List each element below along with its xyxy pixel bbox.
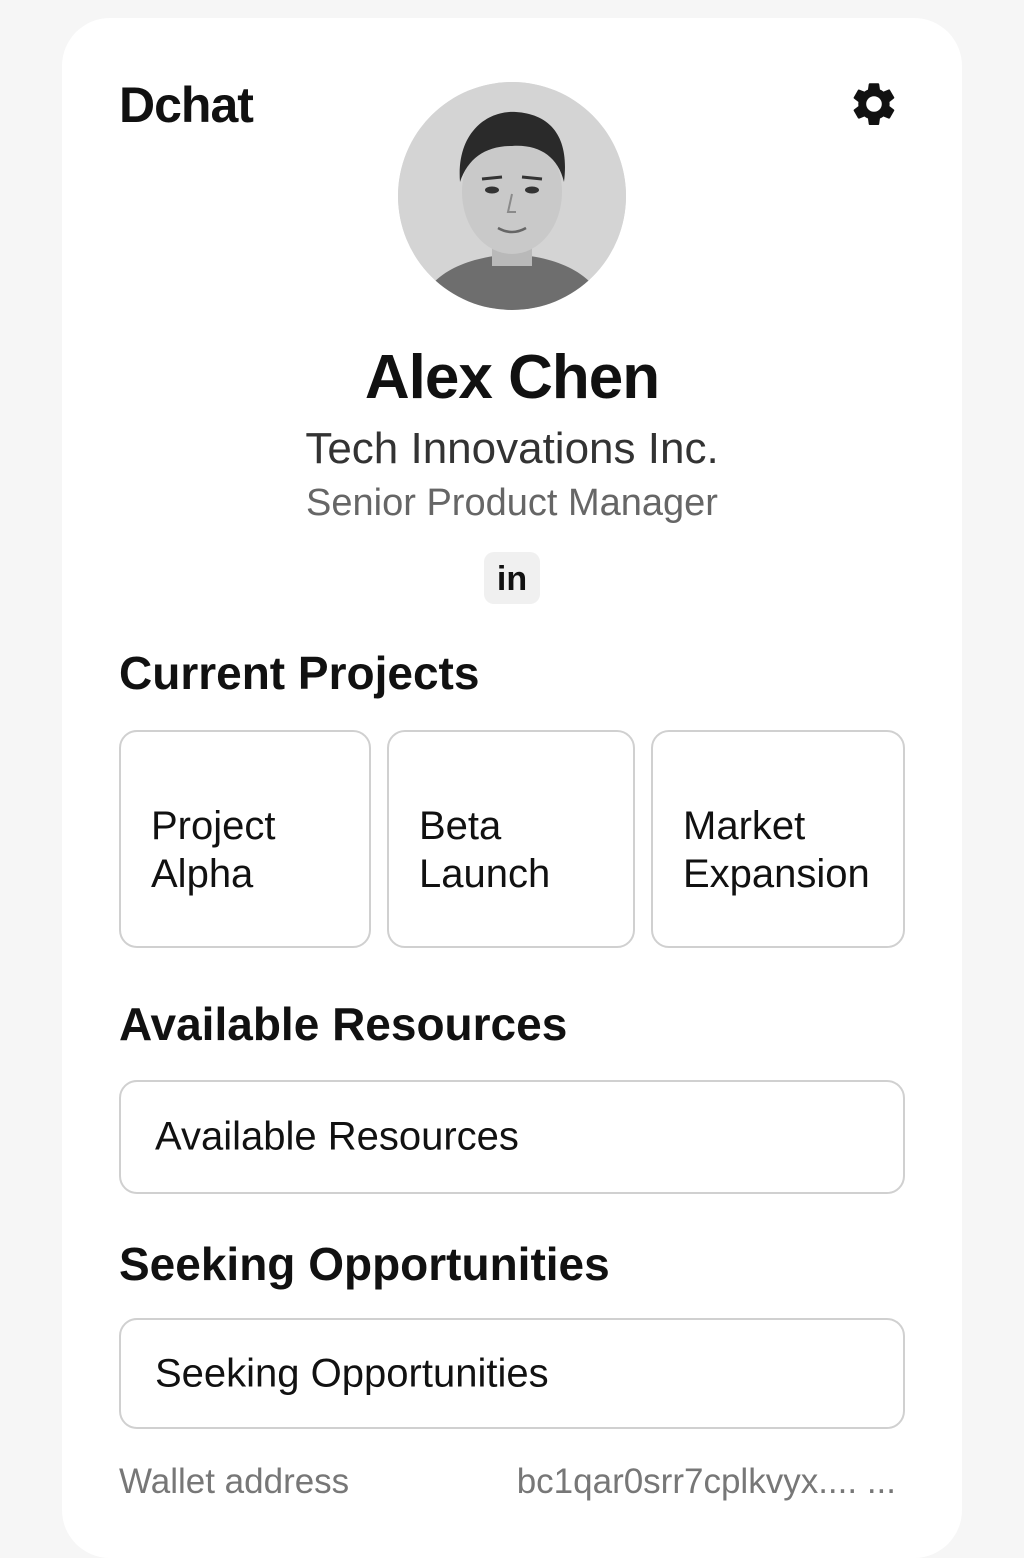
avatar[interactable]: [398, 82, 626, 310]
project-card-label: Project Alpha: [151, 802, 359, 898]
wallet-address-label: Wallet address: [119, 1462, 350, 1501]
project-card-label-line1: Beta: [419, 804, 502, 848]
current-projects-heading: Current Projects: [119, 647, 480, 699]
seeking-opportunities-value: Seeking Opportunities: [155, 1351, 549, 1395]
seeking-opportunities-field[interactable]: Seeking Opportunities: [119, 1318, 905, 1429]
available-resources-field[interactable]: Available Resources: [119, 1080, 905, 1194]
wallet-address-value[interactable]: bc1qar0srr7cplkvyx.... ...: [517, 1462, 896, 1502]
app-name: Dchat: [119, 77, 254, 133]
project-card-label-line2: Alpha: [151, 852, 254, 896]
project-card-beta[interactable]: Beta Launch: [387, 730, 635, 948]
linkedin-icon[interactable]: in: [484, 552, 540, 604]
project-card-label: Market Expansion: [683, 802, 893, 898]
gear-icon[interactable]: [848, 78, 900, 130]
project-card-label-line1: Market: [683, 804, 806, 848]
project-card-label-line2: Launch: [419, 852, 551, 896]
project-card-alpha[interactable]: Project Alpha: [119, 730, 371, 948]
seeking-opportunities-heading: Seeking Opportunities: [119, 1238, 610, 1290]
project-card-market[interactable]: Market Expansion: [651, 730, 905, 948]
profile-title: Senior Product Manager: [306, 482, 718, 524]
project-card-label-line2: Expansion: [683, 852, 870, 896]
profile-company: Tech Innovations Inc.: [305, 424, 719, 473]
available-resources-heading: Available Resources: [119, 998, 568, 1050]
project-card-label-line1: Project: [151, 804, 276, 848]
project-card-label: Beta Launch: [419, 802, 623, 898]
available-resources-value: Available Resources: [155, 1114, 519, 1159]
profile-name: Alex Chen: [364, 343, 660, 412]
